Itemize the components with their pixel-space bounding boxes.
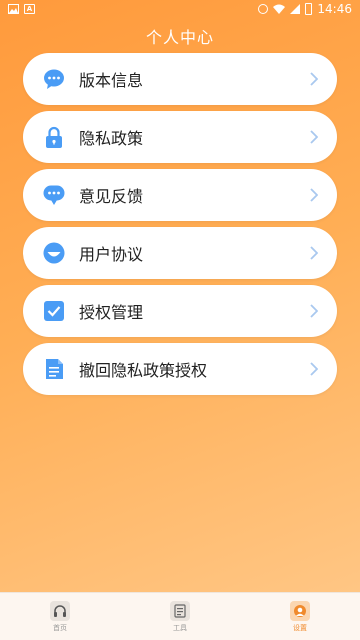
chevron-right-icon	[307, 71, 321, 87]
chat-dots-icon	[43, 68, 65, 90]
status-bar: A 14:46	[0, 0, 360, 18]
page-title: 个人中心	[145, 28, 214, 47]
profile-icon	[290, 600, 310, 621]
menu-item-revoke-privacy[interactable]: 撤回隐私政策授权	[23, 343, 337, 395]
menu-item-version-info[interactable]: 版本信息	[23, 53, 337, 105]
dnd-icon	[258, 4, 269, 14]
a-box-icon: A	[24, 4, 35, 14]
tab-label: 工具	[173, 623, 187, 632]
menu-item-label: 撤回隐私政策授权	[79, 361, 208, 380]
document-icon	[43, 358, 65, 380]
headphones-icon	[50, 600, 70, 621]
status-right: 14:46	[258, 2, 352, 16]
chevron-right-icon	[307, 129, 321, 145]
menu-item-authorization[interactable]: 授权管理	[23, 285, 337, 337]
menu-item-label: 版本信息	[79, 71, 144, 90]
tab-settings[interactable]: 设置	[240, 600, 360, 633]
image-icon	[8, 4, 19, 14]
menu-item-user-agreement[interactable]: 用户协议	[23, 227, 337, 279]
signal-icon	[290, 4, 301, 14]
tab-home[interactable]: 首页	[0, 600, 120, 633]
menu-item-feedback[interactable]: 意见反馈	[23, 169, 337, 221]
menu-item-label: 意见反馈	[79, 187, 144, 206]
message-icon	[43, 184, 65, 206]
lock-icon	[43, 126, 65, 148]
menu-item-label: 隐私政策	[79, 129, 144, 148]
wifi-icon	[273, 4, 286, 14]
chevron-right-icon	[307, 361, 321, 377]
menu-list: 版本信息 隐私政策 意见反馈 用户协议 授权管理 撤回隐私政策授权	[23, 53, 337, 401]
chevron-right-icon	[307, 303, 321, 319]
chevron-right-icon	[307, 187, 321, 203]
tools-icon	[170, 600, 190, 621]
status-time: 14:46	[317, 2, 352, 16]
bottom-tab-bar: 首页 工具 设置	[0, 592, 360, 640]
menu-item-label: 授权管理	[79, 303, 144, 322]
menu-item-privacy-policy[interactable]: 隐私政策	[23, 111, 337, 163]
tab-label: 设置	[293, 623, 307, 632]
smile-icon	[43, 242, 65, 264]
status-left: A	[8, 4, 35, 14]
battery-icon	[305, 3, 313, 15]
tab-label: 首页	[53, 623, 67, 632]
chevron-right-icon	[307, 245, 321, 261]
tab-tools[interactable]: 工具	[120, 600, 240, 633]
check-box-icon	[43, 300, 65, 322]
menu-item-label: 用户协议	[79, 245, 144, 264]
